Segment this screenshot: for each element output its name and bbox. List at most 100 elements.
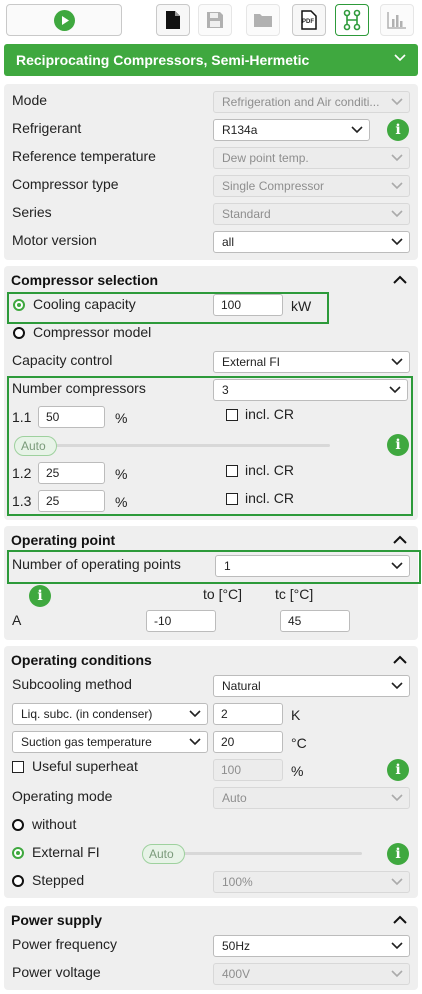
useful-superheat-label: Useful superheat: [32, 758, 138, 774]
subcooling-method-select[interactable]: Natural: [213, 675, 410, 697]
suction-gas-select[interactable]: Suction gas temperature: [12, 731, 208, 753]
compressor-share-input[interactable]: 25: [38, 462, 105, 484]
percent-unit: %: [115, 494, 128, 510]
incl-cr-label: incl. CR: [245, 462, 295, 478]
compressor-row-id: 1.3: [12, 493, 32, 509]
power-frequency-label: Power frequency: [12, 936, 118, 952]
compressor-share-input[interactable]: 50: [38, 406, 105, 428]
reference-temperature-select[interactable]: Dew point temp.: [213, 147, 410, 169]
capacity-control-label: Capacity control: [12, 352, 113, 368]
info-icon[interactable]: i: [29, 585, 51, 607]
section-title: Operating conditions: [11, 652, 152, 668]
chart-icon: [387, 12, 406, 29]
collapse-icon[interactable]: [393, 915, 407, 925]
useful-superheat-checkbox[interactable]: [12, 761, 24, 773]
subcooling-method-label: Subcooling method: [12, 676, 132, 692]
collapse-icon[interactable]: [393, 275, 407, 285]
motor-version-select[interactable]: all: [213, 231, 410, 253]
number-operating-points-label: Number of operating points: [12, 556, 181, 572]
chevron-down-icon: [391, 793, 403, 803]
useful-superheat-input[interactable]: 100: [213, 759, 283, 781]
celsius-unit: °C: [291, 735, 307, 751]
fi-slider-handle[interactable]: Auto: [142, 844, 185, 864]
fi-slider-track[interactable]: [172, 852, 362, 855]
power-voltage-select[interactable]: 400V: [213, 963, 410, 985]
chevron-down-icon: [351, 125, 363, 135]
open-button[interactable]: [246, 4, 280, 36]
power-voltage-label: Power voltage: [12, 964, 101, 980]
percent-unit: %: [115, 410, 128, 426]
series-label: Series: [12, 204, 52, 220]
chevron-down-icon: [189, 709, 201, 719]
refrigerant-select[interactable]: R134a: [213, 119, 370, 141]
incl-cr-checkbox[interactable]: [226, 493, 238, 505]
collapse-icon[interactable]: [393, 535, 407, 545]
compressor-model-radio[interactable]: [13, 327, 25, 339]
cooling-capacity-input[interactable]: 100: [213, 294, 283, 316]
chart-button[interactable]: [380, 4, 414, 36]
compressor-model-label: Compressor model: [33, 324, 152, 340]
auto-slider-track[interactable]: [44, 444, 330, 447]
info-icon[interactable]: i: [387, 759, 409, 781]
compressor-row-id: 1.1: [12, 409, 32, 425]
chevron-down-icon: [391, 209, 403, 219]
without-radio[interactable]: [12, 819, 24, 831]
condensing-temp-input[interactable]: 45: [280, 610, 350, 632]
compressor-type-select[interactable]: Single Compressor: [213, 175, 410, 197]
section-title: Operating point: [11, 532, 116, 548]
compressor-config-button[interactable]: [335, 4, 369, 36]
info-icon[interactable]: i: [387, 434, 409, 456]
chevron-down-icon: [391, 969, 403, 979]
info-icon[interactable]: i: [387, 843, 409, 865]
chevron-down-icon: [391, 153, 403, 163]
new-file-icon: [166, 11, 180, 29]
liquid-subcooling-select[interactable]: Liq. subc. (in condenser): [12, 703, 208, 725]
chevron-down-icon: [389, 385, 401, 395]
mode-select[interactable]: Refrigeration and Air conditi...: [213, 91, 410, 113]
suction-gas-input[interactable]: 20: [213, 731, 283, 753]
stepped-radio[interactable]: [12, 875, 24, 887]
operating-mode-select[interactable]: Auto: [213, 787, 410, 809]
cooling-unit: kW: [291, 298, 312, 314]
compressor-config-icon: [343, 9, 361, 31]
tc-column-header: tc [°C]: [275, 586, 314, 602]
incl-cr-checkbox[interactable]: [226, 409, 238, 421]
operating-mode-label: Operating mode: [12, 788, 113, 804]
chevron-down-icon: [391, 237, 403, 247]
reference-temperature-label: Reference temperature: [12, 148, 156, 164]
info-icon[interactable]: i: [387, 119, 409, 141]
motor-version-label: Motor version: [12, 232, 97, 248]
section-title: Power supply: [11, 912, 103, 928]
compressor-share-input[interactable]: 25: [38, 490, 105, 512]
chevron-down-icon: [391, 561, 403, 571]
evaporating-temp-input[interactable]: -10: [146, 610, 216, 632]
run-button[interactable]: [6, 4, 122, 36]
pdf-button[interactable]: PDF: [292, 4, 326, 36]
collapse-icon[interactable]: [393, 655, 407, 665]
save-button[interactable]: [198, 4, 232, 36]
new-file-button[interactable]: [156, 4, 190, 36]
product-header[interactable]: Reciprocating Compressors, Semi-Hermetic: [4, 44, 418, 76]
auto-slider-handle[interactable]: Auto: [14, 436, 57, 456]
liquid-subcooling-input[interactable]: 2: [213, 703, 283, 725]
power-frequency-select[interactable]: 50Hz: [213, 935, 410, 957]
section-title: Compressor selection: [11, 272, 159, 288]
capacity-control-select[interactable]: External FI: [213, 351, 410, 373]
compressor-row-id: 1.2: [12, 465, 32, 481]
chevron-down-icon: [391, 181, 403, 191]
stepped-select[interactable]: 100%: [213, 871, 410, 893]
save-icon: [207, 12, 223, 28]
chevron-down-icon: [391, 97, 403, 107]
series-select[interactable]: Standard: [213, 203, 410, 225]
chevron-down-icon: [189, 737, 201, 747]
number-operating-points-select[interactable]: 1: [215, 555, 410, 577]
incl-cr-checkbox[interactable]: [226, 465, 238, 477]
number-compressors-select[interactable]: 3: [213, 379, 408, 401]
cooling-capacity-radio[interactable]: [13, 299, 25, 311]
compressor-type-label: Compressor type: [12, 176, 119, 192]
cooling-capacity-label: Cooling capacity: [33, 296, 136, 312]
incl-cr-label: incl. CR: [245, 490, 295, 506]
mode-label: Mode: [12, 92, 48, 108]
external-fi-radio[interactable]: [12, 847, 24, 859]
chevron-down-icon: [394, 54, 406, 62]
